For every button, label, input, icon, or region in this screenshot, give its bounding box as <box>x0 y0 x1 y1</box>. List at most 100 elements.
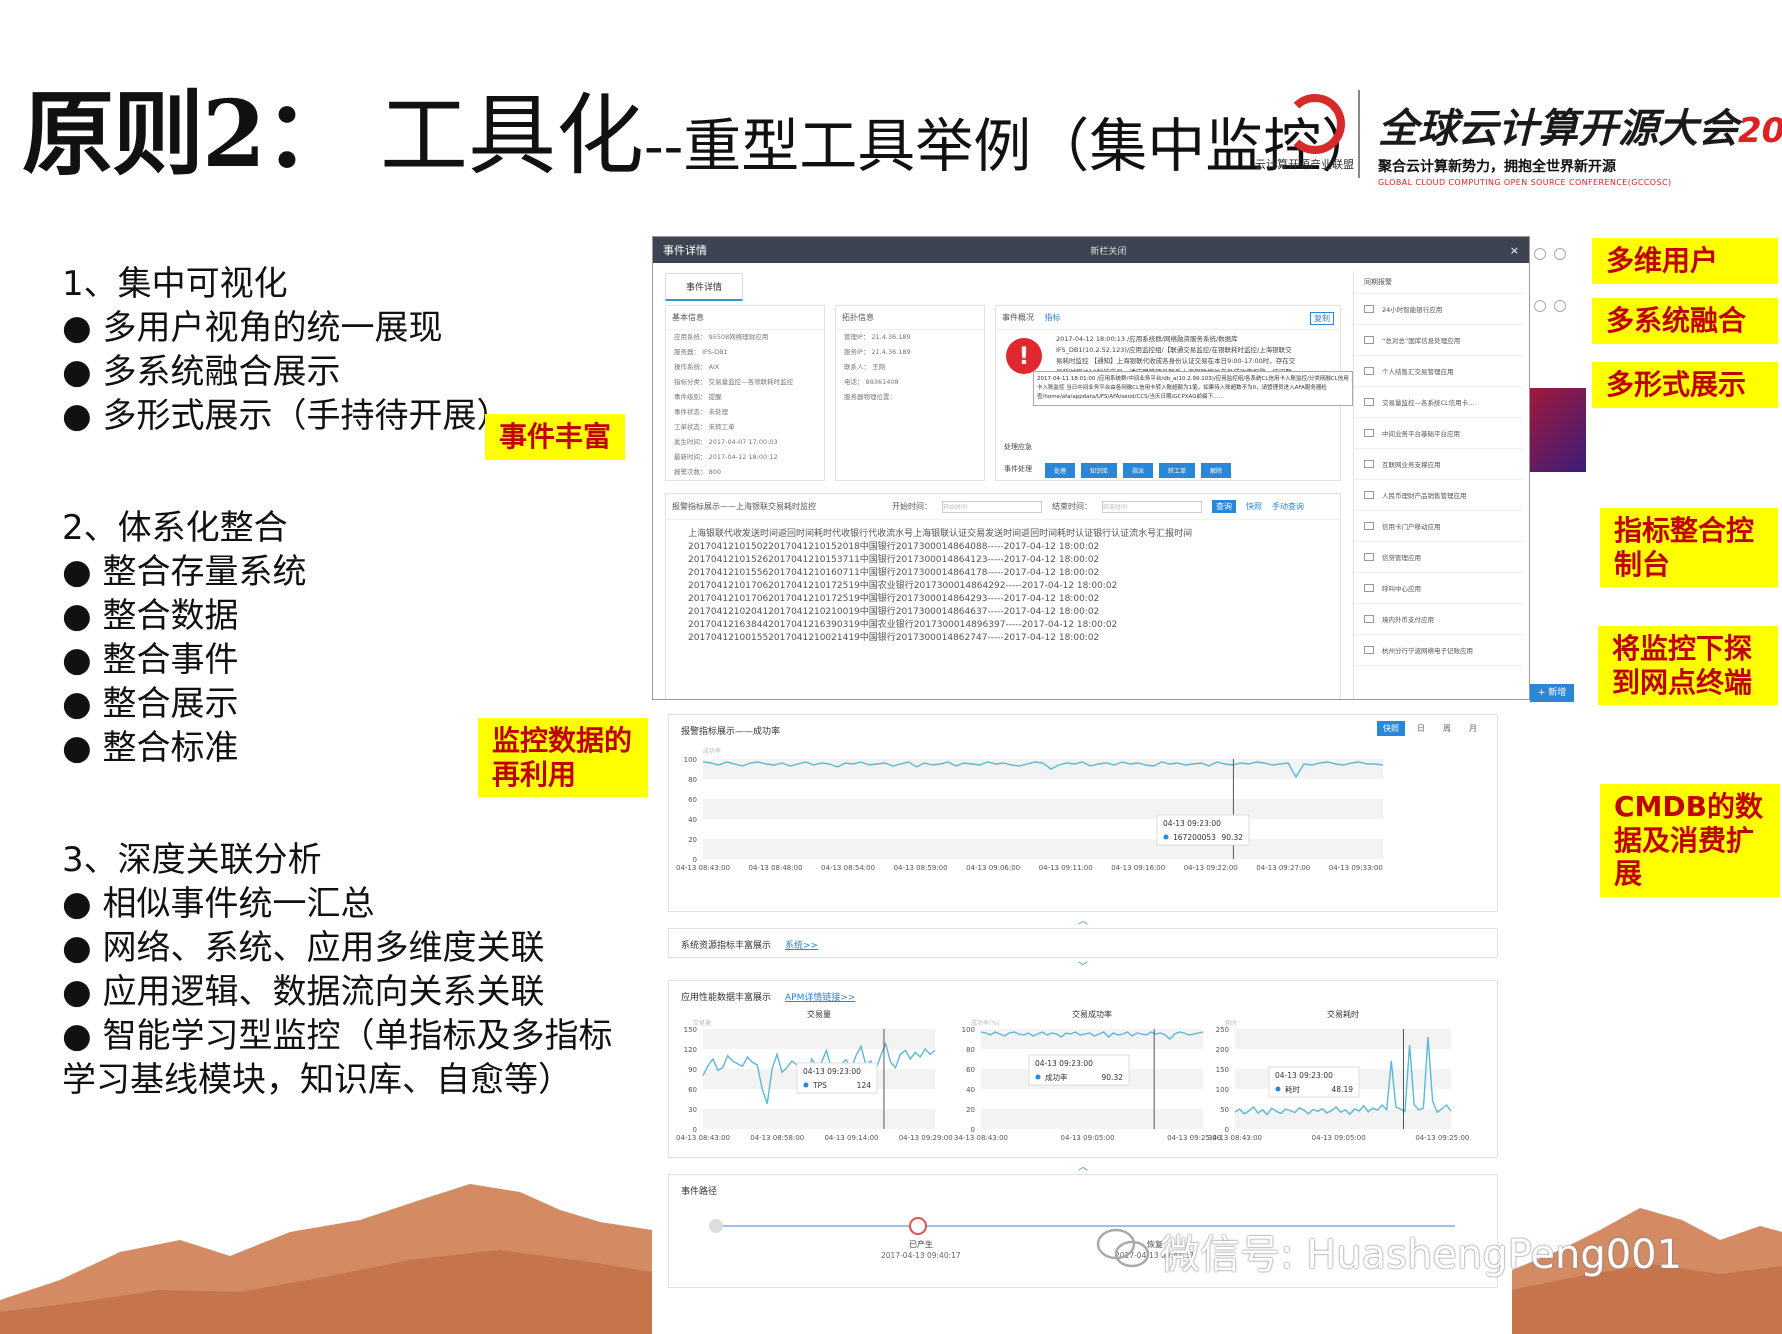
period-month[interactable]: 月 <box>1463 721 1483 736</box>
related-alarm-item[interactable]: 24小时智能银行应用 <box>1354 294 1523 325</box>
bullet-item: ● 多系统融合展示 <box>62 352 341 392</box>
related-alarm-item[interactable]: “总对总”国库信息处理应用 <box>1354 325 1523 356</box>
related-alarm-item[interactable]: 个人结售汇交易管理应用 <box>1354 356 1523 387</box>
table-cell: 2017-04-12 18:00:02 <box>1003 633 1100 643</box>
start-time-input[interactable]: 开始时间 <box>942 500 1042 513</box>
tag-events-rich: 事件丰富 <box>485 414 626 460</box>
column-header: 耗时 <box>814 529 833 539</box>
related-alarm-item[interactable]: 交易量监控—各系统CL信用卡… <box>1354 387 1523 418</box>
table-row[interactable]: 201704121020412017041210210019中国银行201730… <box>674 604 1332 617</box>
y-tick-label: 30 <box>688 1106 697 1114</box>
background-page-edge: + 新增 <box>1530 236 1590 706</box>
table-cell: 2017300014864088 <box>895 542 988 552</box>
related-alarm-item[interactable]: 互联网业务支撑应用 <box>1354 449 1523 480</box>
conference-logo: 全球云计算开源大会2017 聚合云计算新势力，拥抱全世界新开源 GLOBAL C… <box>1378 96 1782 187</box>
related-alarm-item[interactable]: 境内外币支付应用 <box>1354 604 1523 635</box>
table-row[interactable]: 201704121017062017041210172519中国农业银行2017… <box>674 578 1332 591</box>
assign-button[interactable]: 指派 <box>1123 463 1154 478</box>
system-resource-link[interactable]: 系统>> <box>785 941 818 951</box>
help-icon[interactable] <box>1534 300 1546 312</box>
y-tick-label: 60 <box>688 796 697 804</box>
user-icon[interactable] <box>1554 300 1566 312</box>
related-alarm-item[interactable]: 信贷管理应用 <box>1354 542 1523 573</box>
period-week[interactable]: 周 <box>1437 721 1457 736</box>
topology-item: 电话： 89361408 <box>844 378 899 386</box>
grid-band <box>1235 1109 1451 1129</box>
tooltip-value: 124 <box>857 1081 872 1090</box>
table-cell: 中国银行 <box>859 594 896 604</box>
x-tick-label: 04-13 08:43:00 <box>676 864 730 872</box>
expand-down-icon[interactable]: ﹀ <box>1078 958 1088 973</box>
tooltip-time: 04-13 09:23:00 <box>1275 1071 1333 1080</box>
chart-tooltip: 04-13 09:23:00 成功率 90.32 <box>1028 1054 1130 1086</box>
knowledge-button[interactable]: 知识库 <box>1081 463 1118 478</box>
table-cell: 20170412163903 <box>768 620 849 630</box>
related-alarm-item[interactable]: 杭州分行宁波网络电子记账应用 <box>1354 635 1523 666</box>
basic-info-item: 事件级别： 提醒 <box>674 393 722 401</box>
y-tick-label: 80 <box>966 1046 975 1054</box>
y-tick-label: 120 <box>684 1046 697 1054</box>
conference-year: 2017 <box>1738 111 1782 151</box>
period-snapshot[interactable]: 快照 <box>1377 721 1405 736</box>
chart-tooltip: 04-13 09:23:00 耗时 48.19 <box>1268 1066 1360 1098</box>
dismiss-button[interactable]: 解除 <box>1201 463 1232 478</box>
new-button[interactable]: + 新增 <box>1530 684 1574 702</box>
table-row[interactable]: 201704121015022017041210152018中国银行201730… <box>674 539 1332 552</box>
close-icon[interactable]: × <box>1510 244 1519 257</box>
x-tick-label: 04-13 09:05:00 <box>1312 1134 1366 1142</box>
summary-link[interactable]: 指标 <box>1045 313 1061 322</box>
table-row[interactable]: 201704121015262017041210153711中国银行201730… <box>674 552 1332 565</box>
alarm-table-title: 报警指标展示——上海银联交易耗时监控 <box>672 502 816 511</box>
topology-item: 服务IP： 21.4.36.189 <box>844 348 911 356</box>
related-alarm-item[interactable]: 信用卡门户移动应用 <box>1354 511 1523 542</box>
bullet-item: ● 整合标准 <box>62 728 239 768</box>
table-row[interactable]: 201704121015562017041210160711中国银行201730… <box>674 565 1332 578</box>
query-button[interactable]: 查询 <box>1212 500 1236 513</box>
period-day[interactable]: 日 <box>1411 721 1431 736</box>
ticket-button[interactable]: 转工单 <box>1159 463 1196 478</box>
chart-group: 0 50 100 150 200 250 34-13 08:43:00 04-13 09:05… <box>1208 1026 1469 1142</box>
user-icon[interactable] <box>1554 248 1566 260</box>
period-selector: 快照 日 周 月 <box>1377 721 1483 736</box>
end-time-input[interactable]: 结束时间 <box>1102 500 1202 513</box>
basic-info-item: 操作系统： AIX <box>674 363 720 371</box>
table-row[interactable]: 201704121638442017041216390319中国农业银行2017… <box>674 617 1332 630</box>
y-tick-label: 90 <box>688 1066 697 1074</box>
related-alarm-item[interactable]: 人民币理财产品销售管理应用 <box>1354 480 1523 511</box>
tooltip-time: 04-13 09:23:00 <box>803 1067 861 1076</box>
tooltip-dot <box>803 1082 809 1088</box>
help-icon[interactable] <box>1534 248 1546 260</box>
title-main: 原则2： <box>22 80 356 188</box>
handle-button[interactable]: 处理 <box>1045 463 1076 478</box>
related-alarm-item[interactable]: 中间业务平台基础平台应用 <box>1354 418 1523 449</box>
dashboard-thumbnail <box>1530 388 1586 472</box>
related-alarm-label: 中间业务平台基础平台应用 <box>1382 430 1460 438</box>
table-cell: 11 <box>848 555 860 565</box>
copy-button[interactable]: 复制 <box>1310 312 1334 325</box>
column-header: 耗时 <box>1057 529 1076 539</box>
y-axis-label: 成功率(%) <box>971 1019 999 1027</box>
apm-link[interactable]: APM详情链接>> <box>785 993 855 1003</box>
monitor-icon <box>1364 305 1374 313</box>
tab-event-detail[interactable]: 事件详情 <box>665 273 744 301</box>
table-cell: 20170412101607 <box>768 568 849 578</box>
snapshot-link[interactable]: 快照 <box>1246 501 1262 512</box>
apm-card: 应用性能数据丰富展示 APM详情链接>> 交易量 交易量 0 30 60 90 120 150 0… <box>668 980 1498 1158</box>
table-row[interactable]: 201704121001552017041210021419中国银行201730… <box>674 630 1332 643</box>
collapse-up-icon[interactable]: ︿ <box>1078 1158 1088 1173</box>
basic-info-item: 指标分类： 交易量监控—各领联耗时监控 <box>674 378 794 386</box>
y-axis-label: 成功率 <box>703 747 721 755</box>
related-alarm-item[interactable]: 呼叫中心应用 <box>1354 573 1523 604</box>
bullet-item: ● 智能学习型监控（单指标及多指标 <box>62 1016 613 1056</box>
table-cell: 2017300014864178 <box>895 568 988 578</box>
tooltip-time: 04-13 09:23:00 <box>1035 1059 1093 1068</box>
window-center-label[interactable]: 新栏关闭 <box>1090 244 1126 257</box>
table-cell: 2017300014864637 <box>895 607 988 617</box>
tooltip-dot <box>1035 1074 1041 1080</box>
table-row[interactable]: 201704121017062017041210172519中国银行201730… <box>674 591 1332 604</box>
manual-query-link[interactable]: 手动查询 <box>1272 501 1304 512</box>
tooltip-value: 90.32 <box>1222 833 1244 842</box>
collapse-up-icon[interactable]: ︿ <box>1078 912 1088 927</box>
table-cell: 20170412102100 <box>768 607 849 617</box>
section-visualization: 1、集中可视化 ● 多用户视角的统一展现 ● 多系统融合展示 ● 多形式展示（手… <box>62 262 510 438</box>
